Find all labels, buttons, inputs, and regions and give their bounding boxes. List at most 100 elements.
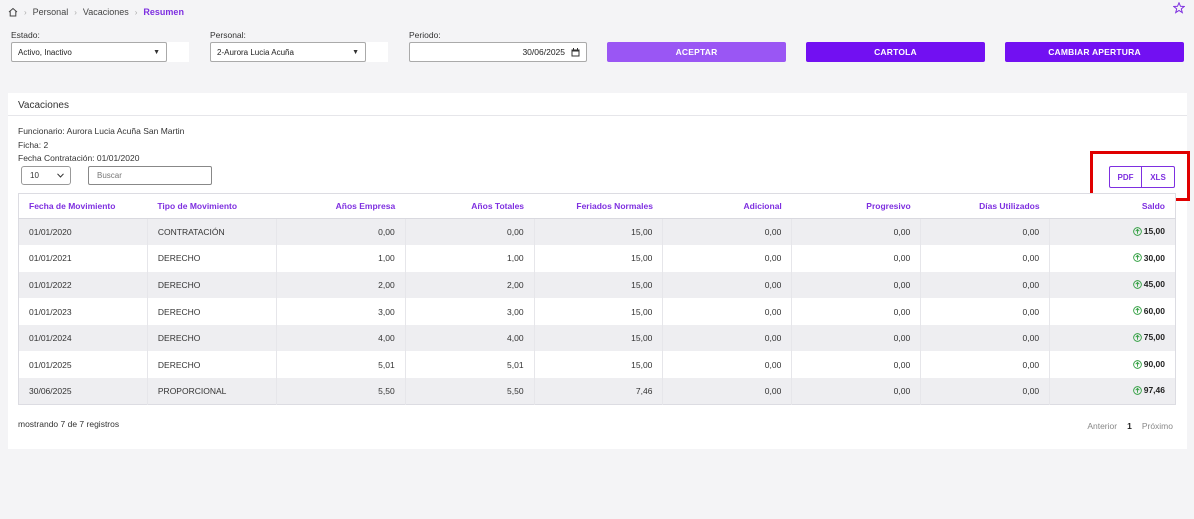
column-header[interactable]: Adicional — [662, 193, 792, 219]
table-row: 30/06/2025 PROPORCIONAL 5,50 5,50 7,46 0,00 0,… — [18, 378, 1176, 405]
table-cell: 5,01 — [276, 351, 406, 379]
cambiar-apertura-button[interactable]: CAMBIAR APERTURA — [1005, 42, 1184, 62]
table-cell: 30/06/2025 — [18, 378, 148, 405]
records-info: mostrando 7 de 7 registros — [18, 419, 120, 429]
saldo-text: 97,46 — [1143, 385, 1165, 396]
vacaciones-panel: Vacaciones Funcionario: Aurora Lucia Acu… — [8, 93, 1190, 449]
table-cell: 0,00 — [791, 245, 922, 272]
table-cell: 0,00 — [791, 218, 922, 246]
estado-select-addon — [167, 42, 189, 62]
table-cell: 01/01/2025 — [18, 351, 148, 379]
pagination: Anterior 1 Próximo — [1087, 421, 1173, 431]
saldo-value: 97,46 — [1132, 385, 1165, 396]
pagination-page[interactable]: 1 — [1127, 421, 1132, 431]
column-header[interactable]: Años Totales — [405, 193, 535, 219]
breadcrumb-item-vacaciones[interactable]: Vacaciones — [83, 7, 129, 17]
page-length-select[interactable]: 10 — [21, 166, 71, 185]
table-cell: 0,00 — [920, 271, 1051, 299]
table-cell: DERECHO — [147, 271, 277, 299]
pagination-prev[interactable]: Anterior — [1087, 421, 1117, 431]
pagination-next[interactable]: Próximo — [1142, 421, 1173, 431]
table-cell: 97,46 — [1049, 378, 1176, 405]
chevron-down-icon — [57, 173, 64, 178]
saldo-text: 15,00 — [1143, 226, 1165, 237]
column-header[interactable]: Tipo de Movimiento — [147, 193, 277, 219]
table-cell: 60,00 — [1049, 298, 1176, 325]
table-cell: 01/01/2021 — [18, 245, 148, 272]
column-header[interactable]: Días Utilizados — [920, 193, 1050, 219]
estado-select-value: Activo, Inactivo — [18, 47, 72, 57]
personal-label: Personal: — [210, 30, 246, 40]
column-header[interactable]: Feriados Normales — [534, 193, 663, 219]
periodo-date-input[interactable]: 30/06/2025 — [409, 42, 587, 62]
table-cell: 0,00 — [405, 218, 535, 246]
saldo-text: 75,00 — [1143, 332, 1165, 343]
table-cell: 15,00 — [534, 218, 664, 246]
calendar-icon[interactable] — [571, 47, 580, 57]
table-cell: 0,00 — [662, 271, 793, 299]
arrow-up-circle-icon — [1132, 226, 1142, 236]
saldo-text: 45,00 — [1143, 279, 1165, 290]
saldo-value: 75,00 — [1132, 332, 1165, 343]
table-cell: 3,00 — [276, 298, 406, 325]
table-cell: DERECHO — [147, 324, 277, 352]
breadcrumb-separator-icon: › — [134, 7, 138, 17]
table-cell: 15,00 — [534, 351, 664, 379]
table-cell: 5,01 — [405, 351, 535, 379]
table-row: 01/01/2021 DERECHO 1,00 1,00 15,00 0,00 0,00 0,… — [18, 245, 1176, 272]
saldo-value: 60,00 — [1132, 306, 1165, 316]
estado-label: Estado: — [11, 30, 40, 40]
table-cell: 01/01/2022 — [18, 271, 148, 299]
fecha-contratacion-info: Fecha Contratación: 01/01/2020 — [18, 153, 140, 163]
estado-select[interactable]: Activo, Inactivo ▼ — [11, 42, 167, 62]
table-row: 01/01/2020 CONTRATACIÓN 0,00 0,00 15,00 0,00 0… — [18, 218, 1176, 246]
star-icon[interactable] — [1173, 2, 1185, 14]
personal-select-value: 2-Aurora Lucia Acuña — [217, 47, 294, 57]
table-cell: 4,00 — [276, 324, 406, 352]
table-cell: 15,00 — [534, 245, 664, 272]
breadcrumb-separator-icon: › — [74, 7, 77, 17]
column-header[interactable]: Años Empresa — [276, 193, 406, 219]
search-input[interactable]: Buscar — [88, 166, 212, 185]
table-cell: DERECHO — [147, 298, 277, 325]
column-header[interactable]: Fecha de Movimiento — [18, 193, 148, 219]
table-cell: 01/01/2023 — [18, 298, 148, 325]
arrow-up-circle-icon — [1132, 359, 1142, 369]
table-cell: 15,00 — [1049, 218, 1176, 246]
saldo-value: 45,00 — [1132, 279, 1165, 290]
saldo-value: 90,00 — [1132, 359, 1165, 370]
table-cell: 15,00 — [534, 271, 664, 299]
personal-select-addon — [366, 42, 388, 62]
funcionario-info: Funcionario: Aurora Lucia Acuña San Mart… — [18, 126, 185, 136]
breadcrumb-item-personal[interactable]: Personal — [33, 7, 69, 17]
table-cell: 0,00 — [662, 218, 793, 246]
table-cell: 5,50 — [405, 378, 535, 405]
saldo-text: 30,00 — [1143, 252, 1165, 263]
table-cell: 2,00 — [405, 271, 535, 299]
search-placeholder: Buscar — [97, 171, 122, 180]
table-cell: 0,00 — [662, 351, 793, 379]
saldo-text: 90,00 — [1143, 359, 1165, 370]
table-cell: 45,00 — [1049, 271, 1176, 299]
table-cell: 0,00 — [920, 324, 1051, 352]
caret-down-icon: ▼ — [352, 48, 359, 56]
table-cell: 0,00 — [920, 351, 1051, 379]
column-header[interactable]: Progresivo — [791, 193, 921, 219]
cartola-button[interactable]: CARTOLA — [806, 42, 985, 62]
table-cell: 01/01/2020 — [18, 218, 148, 246]
arrow-up-circle-icon — [1132, 279, 1142, 289]
column-header[interactable]: Saldo — [1049, 193, 1176, 219]
personal-select[interactable]: 2-Aurora Lucia Acuña ▼ — [210, 42, 366, 62]
home-icon[interactable] — [8, 7, 18, 17]
panel-divider — [8, 115, 1187, 116]
table-header-row: Fecha de Movimiento Tipo de Movimiento A… — [18, 193, 1176, 219]
table-cell: 3,00 — [405, 298, 535, 325]
table-cell: DERECHO — [147, 245, 277, 272]
aceptar-button[interactable]: ACEPTAR — [607, 42, 786, 62]
table-cell: 0,00 — [791, 351, 922, 379]
table-cell: 75,00 — [1049, 324, 1176, 352]
table-cell: 0,00 — [276, 218, 406, 246]
table-cell: 1,00 — [276, 245, 406, 272]
table-cell: 0,00 — [920, 298, 1051, 325]
arrow-up-circle-icon — [1132, 333, 1142, 342]
